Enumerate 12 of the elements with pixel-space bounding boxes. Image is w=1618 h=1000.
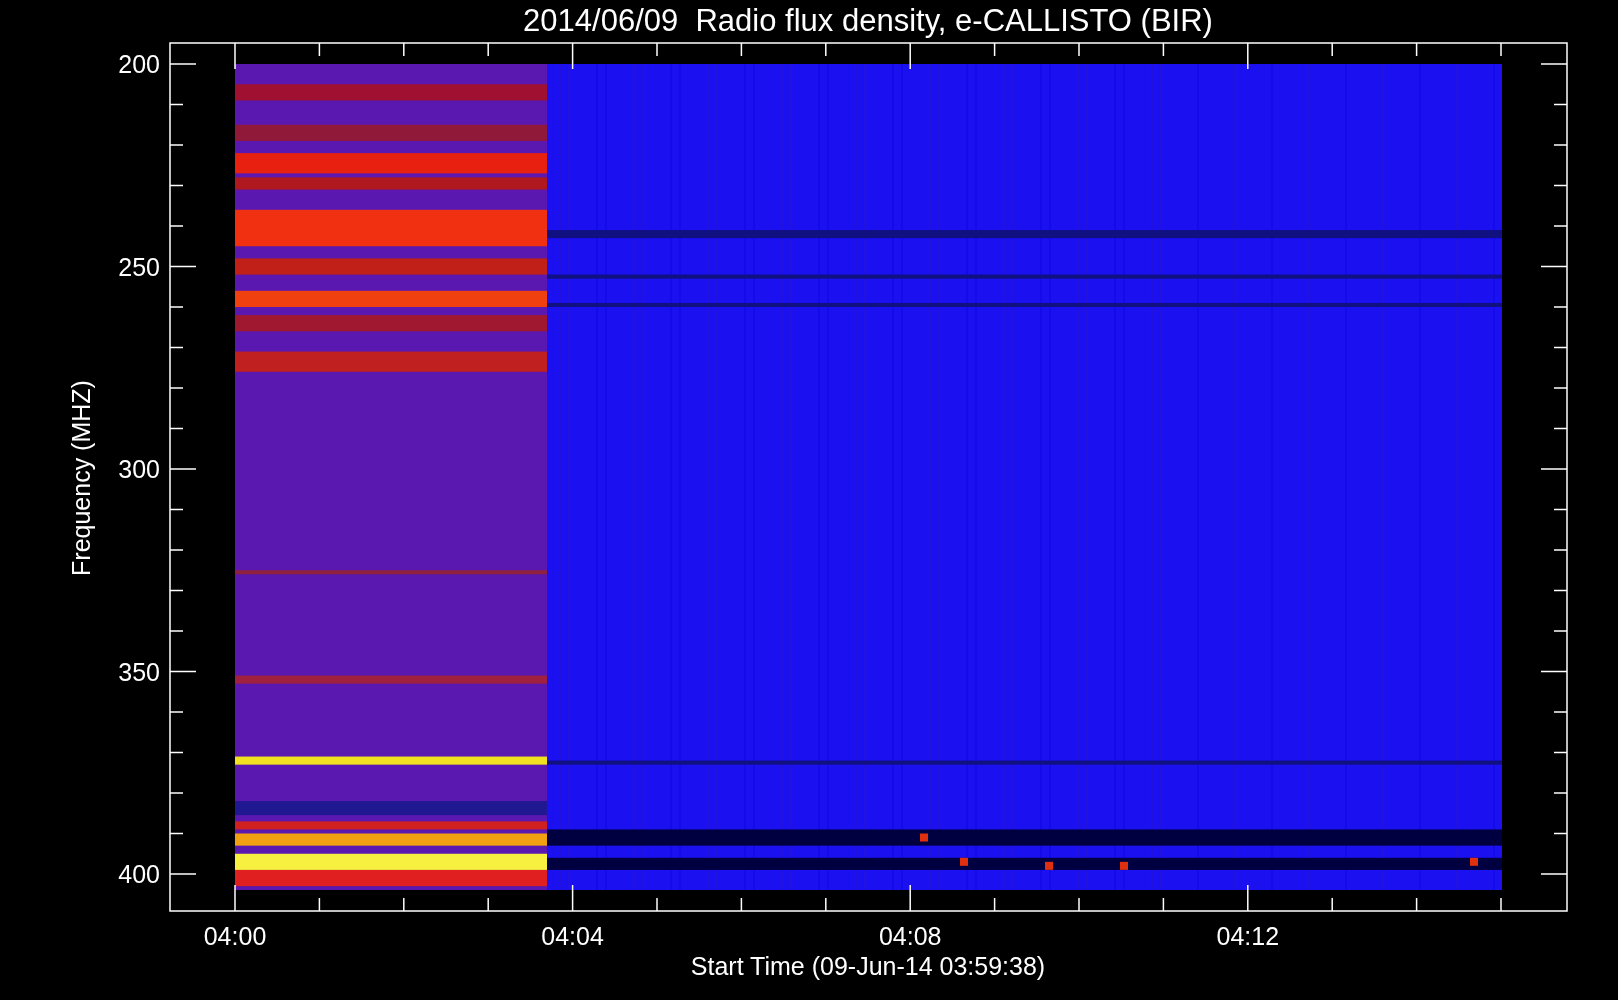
y-tick-label: 200 xyxy=(118,50,160,78)
x-tick-label: 04:04 xyxy=(541,922,604,950)
y-axis-label: Frequency (MHZ) xyxy=(67,380,95,576)
y-tick-label: 250 xyxy=(118,252,160,281)
y-tick-label: 400 xyxy=(118,860,160,888)
y-tick-label: 300 xyxy=(118,455,160,483)
x-tick-label: 04:08 xyxy=(878,922,942,950)
chart-title: 2014/06/09 Radio flux density, e-CALLISTO (BIR) xyxy=(523,3,1213,38)
x-axis-label: Start Time (09-Jun-14 03:59:38) xyxy=(690,952,1046,980)
y-tick-label: 350 xyxy=(118,657,160,686)
x-tick-label: 04:00 xyxy=(203,922,267,950)
x-tick-label: 04:12 xyxy=(1216,922,1280,950)
